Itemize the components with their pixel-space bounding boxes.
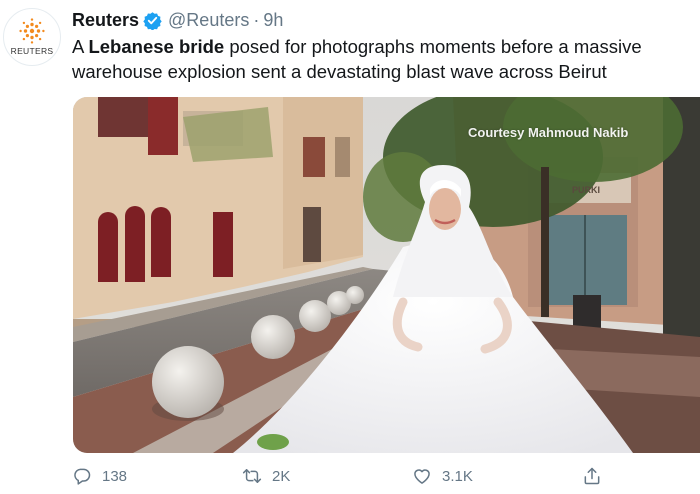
retweet-icon [242,469,262,483]
user-handle[interactable]: @Reuters [168,10,249,31]
separator-dot: · [253,9,260,30]
reply-button[interactable]: 138 [72,466,127,486]
retweet-count: 2K [272,467,291,485]
bride-photo: PURKI [73,97,700,453]
reply-icon [74,468,91,485]
shop-sign-text: PURKI [572,185,600,195]
retweet-button[interactable]: 2K [242,466,290,486]
like-button[interactable]: 3.1K [412,466,473,486]
share-button[interactable] [582,466,612,486]
tweet-header: Reuters @Reuters · 9h [72,7,283,33]
like-count: 3.1K [442,467,473,485]
tweet-text-line2: warehouse explosion sent a devastating b… [72,61,607,82]
tweet-text-part2: posed for photographs moments before a m… [224,36,642,57]
share-icon [584,467,600,485]
photo-watermark: Courtesy Mahmoud Nakib [468,125,629,140]
tweet-photo[interactable]: PURKI Courtesy Mahmoud Nakib [73,97,700,453]
heart-icon [414,469,430,484]
tweet-text-part1: A [72,36,89,57]
reply-count: 138 [102,467,128,485]
tweet-timestamp[interactable]: 9h [263,10,283,31]
tweet-text: A Lebanese bride posed for photographs m… [72,34,700,84]
display-name[interactable]: Reuters [72,10,139,31]
verified-badge-icon [143,11,162,30]
avatar-label: REUTERS [10,46,54,56]
tweet-actions: 138 2K 3.1K [72,466,700,490]
reuters-logo-icon [19,18,45,44]
avatar[interactable]: REUTERS [3,8,61,66]
tweet-text-bold: Lebanese bride [88,36,225,57]
